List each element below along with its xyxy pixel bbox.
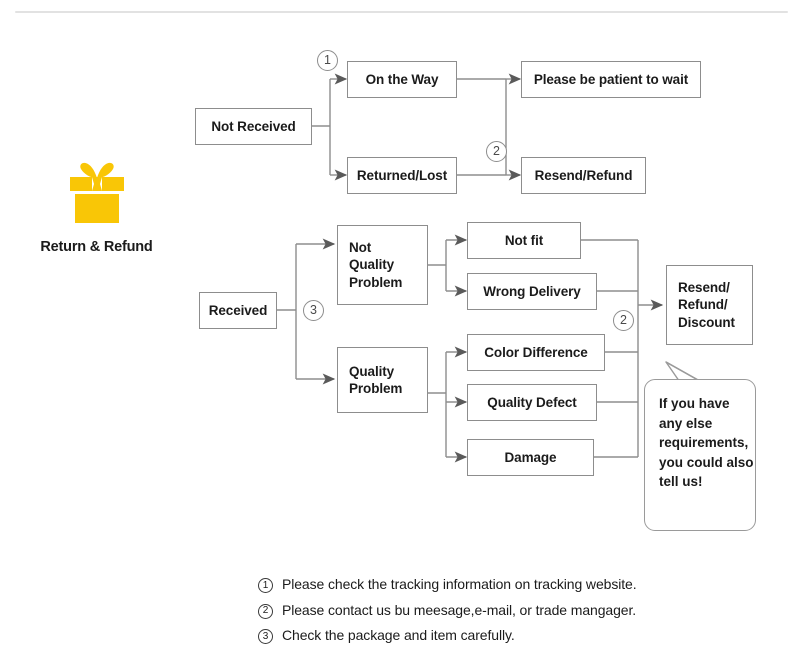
- marker-label: 1: [324, 53, 331, 68]
- speech-bubble: If you have any else requirements, you c…: [644, 379, 756, 531]
- step-marker-2-top: 2: [486, 141, 507, 162]
- step-marker-2-right: 2: [613, 310, 634, 331]
- gift-box-icon: [69, 162, 124, 223]
- legend-text: Please check the tracking information on…: [282, 576, 637, 592]
- legend-number: 3: [258, 629, 273, 644]
- node-label: Resend/Refund: [534, 167, 633, 183]
- node-please-be-patient[interactable]: Please be patient to wait: [521, 61, 701, 98]
- node-label: Resend/ Refund/ Discount: [678, 280, 735, 330]
- marker-label: 2: [493, 144, 500, 159]
- node-label: Not Quality Problem: [349, 240, 403, 290]
- node-damage[interactable]: Damage: [467, 439, 594, 476]
- legend-item: 1 Please check the tracking information …: [258, 576, 778, 593]
- brand-label: Return & Refund: [40, 239, 153, 255]
- legend: 1 Please check the tracking information …: [258, 576, 778, 653]
- node-not-quality-problem[interactable]: Not Quality Problem: [337, 225, 428, 305]
- legend-item: 3 Check the package and item carefully.: [258, 627, 778, 644]
- flowchart-page: Return & Refund Not Received On the Way …: [0, 0, 800, 660]
- node-label: Received: [208, 302, 268, 318]
- speech-bubble-text: If you have any else requirements, you c…: [659, 396, 754, 490]
- node-label: Please be patient to wait: [533, 71, 689, 87]
- node-label: Color Difference: [484, 344, 588, 360]
- node-received[interactable]: Received: [199, 292, 277, 329]
- node-label: Quality Defect: [487, 394, 577, 410]
- top-divider-rule: [15, 11, 788, 13]
- node-color-difference[interactable]: Color Difference: [467, 334, 605, 371]
- node-label: Wrong Delivery: [483, 283, 581, 299]
- node-label: Not Received: [211, 118, 296, 134]
- node-resend-refund-discount[interactable]: Resend/ Refund/ Discount: [666, 265, 753, 345]
- node-label: Returned/Lost: [356, 167, 448, 183]
- node-label: Quality Problem: [349, 363, 403, 396]
- step-marker-3: 3: [303, 300, 324, 321]
- legend-number: 1: [258, 578, 273, 593]
- node-label: Damage: [504, 449, 557, 465]
- node-quality-defect[interactable]: Quality Defect: [467, 384, 597, 421]
- brand-block: Return & Refund: [24, 160, 169, 255]
- node-quality-problem[interactable]: Quality Problem: [337, 347, 428, 413]
- node-not-received[interactable]: Not Received: [195, 108, 312, 145]
- node-returned-lost[interactable]: Returned/Lost: [347, 157, 457, 194]
- legend-text: Check the package and item carefully.: [282, 627, 515, 643]
- legend-text: Please contact us bu meesage,e-mail, or …: [282, 601, 637, 618]
- node-label: On the Way: [365, 71, 439, 87]
- node-resend-refund[interactable]: Resend/Refund: [521, 157, 646, 194]
- marker-label: 2: [620, 313, 627, 328]
- marker-label: 3: [310, 303, 317, 318]
- node-wrong-delivery[interactable]: Wrong Delivery: [467, 273, 597, 310]
- step-marker-1: 1: [317, 50, 338, 71]
- node-not-fit[interactable]: Not fit: [467, 222, 581, 259]
- node-label: Not fit: [504, 232, 544, 248]
- legend-item: 2 Please contact us bu meesage,e-mail, o…: [258, 602, 778, 619]
- node-on-the-way[interactable]: On the Way: [347, 61, 457, 98]
- legend-number: 2: [258, 603, 273, 619]
